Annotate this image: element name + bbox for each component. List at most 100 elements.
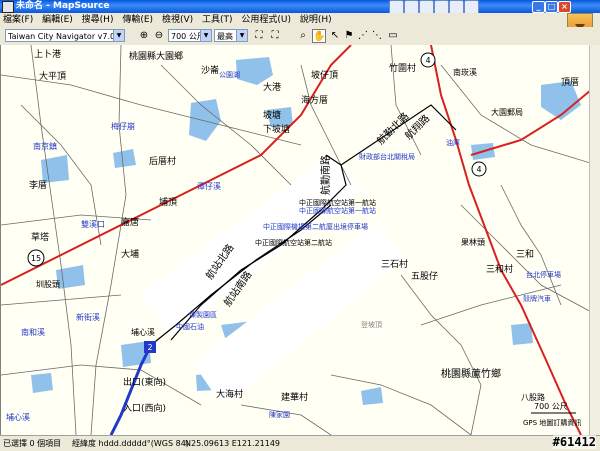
label-dahong: 大港 (263, 81, 281, 93)
menu-view[interactable]: 檢視(V) (159, 13, 196, 27)
label-caodi: 草塔 (31, 231, 49, 243)
svg-text:2: 2 (147, 343, 152, 352)
label-wugu: 五股仔 (411, 270, 438, 282)
zoom-out-icon[interactable]: ⊖ (152, 29, 166, 43)
status-format: 經緯度 hddd.ddddd°(WGS 84) (72, 439, 189, 448)
vertical-scrollbar[interactable] (589, 45, 600, 435)
label-pocun: 坡塘 (263, 109, 281, 121)
menu-bar: 檔案(F) 編輯(E) 搜尋(H) 傳輸(E) 檢視(V) 工具(T) 公用程式… (0, 13, 600, 28)
chevron-down-icon: ▼ (200, 30, 211, 41)
poi-gongyou: 公園湖 (219, 70, 240, 79)
route-tool-icon[interactable]: ⋰ (356, 29, 370, 43)
route-shield-4-south: 4 (471, 161, 487, 177)
zoom-scale-select[interactable]: 700 公尺 ▼ (168, 29, 212, 42)
poi-parking: 台北停車場 (526, 270, 561, 279)
label-nanhe: 南和溪 (21, 327, 45, 337)
menu-edit[interactable]: 編輯(E) (39, 13, 76, 27)
poi-refinery: 煉製園區 (189, 310, 217, 319)
label-dacun: 大埔 (121, 248, 139, 260)
label-sanshi: 三石村 (381, 258, 408, 270)
route-shield-15: 15 (27, 249, 45, 267)
label-dapingding: 大平頂 (39, 70, 66, 82)
poi-zhongli: 陳家園 (269, 410, 290, 419)
label-poqiao: 坡仔頂 (311, 69, 338, 81)
poi-industry: 中國石油 (176, 322, 204, 331)
label-liqi: 李厝 (29, 179, 47, 191)
select-arrow-icon[interactable]: ↖ (328, 29, 342, 43)
detail-level-select[interactable]: 最高 ▼ (214, 29, 248, 42)
menu-utilities[interactable]: 公用程式(U) (238, 13, 294, 27)
road-label-hangtian: 航勤南路 (319, 155, 332, 195)
label-shuangxi: 雙溪口 (81, 219, 105, 229)
map-canvas[interactable]: 4 4 15 2 桃園縣大園鄉 沙崙 上卜港 大平頂 大港 坡仔頂 海方厝 竹圍… (1, 45, 597, 435)
label-shangtou: 上卜港 (34, 48, 61, 60)
scale-label: 700 公尺 (534, 402, 568, 411)
status-selection: 已選擇 0 個項目 (3, 439, 62, 448)
label-puding: 埔頂 (159, 196, 177, 208)
poi-terminal-1: 中正國際航空站第一航站 (299, 198, 376, 207)
menu-tools[interactable]: 工具(T) (199, 13, 236, 27)
poi-terminal-2-parking: 中正國際機場第二航廈出境停車場 (263, 222, 368, 231)
label-bakuan: 八股路 (521, 392, 545, 402)
label-dahaicun: 大海村 (216, 388, 243, 400)
label-sanhe: 三和 (516, 249, 534, 260)
label-shagang: 沙崙 (201, 64, 219, 76)
maximize-button[interactable]: □ (545, 1, 558, 13)
label-pushin: 埔心溪 (131, 327, 155, 337)
map-tiles-select-icon[interactable]: ⛶ (268, 29, 282, 43)
label-chanzi: 埔心溪 (6, 412, 30, 422)
watermark-label: #61412 (552, 435, 596, 449)
map-view[interactable]: 4 4 15 2 桃園縣大園鄉 沙崙 上卜港 大平頂 大港 坡仔頂 海方厝 竹圍… (0, 45, 597, 435)
zoom-tool-icon[interactable]: ⌕ (296, 29, 310, 43)
label-sanhechun: 三和村 (486, 263, 513, 275)
label-dengkou: 登坡頂 (361, 320, 382, 329)
poi-terminal-1-alt: 中正國際航空站第一航站 (299, 206, 376, 215)
menu-help[interactable]: 說明(H) (297, 13, 335, 27)
label-jiachang: 嘉唐 (121, 216, 139, 228)
map-product-value: Taiwan City Navigator v7.01 (8, 32, 121, 41)
label-zhuwei: 竹圍村 (389, 62, 416, 74)
road-label-hangqin-north: 航勤北路 (374, 110, 411, 147)
map-tiles-icon[interactable]: ⛶ (252, 29, 266, 43)
label-haifang: 海方厝 (301, 94, 328, 106)
label-guoyuan: 果林頭 (461, 237, 485, 247)
label-exit-east: 出口(東向) (123, 376, 166, 388)
zoom-in-icon[interactable]: ⊕ (137, 29, 151, 43)
close-button[interactable]: × (558, 1, 571, 13)
toolbar: Taiwan City Navigator v7.01 ▼ ⊕ ⊖ 700 公尺 ▼… (0, 27, 600, 46)
label-nandao: 南京鎮 (33, 141, 57, 151)
menu-file[interactable]: 檔案(F) (0, 13, 36, 27)
hand-pan-icon[interactable]: ✋ (312, 29, 326, 43)
poi-terminal-2: 中正國際航空站第二航站 (255, 238, 332, 247)
poi-youkeng: 油庫 (446, 138, 460, 147)
route-shields: 4 4 15 2 (27, 52, 487, 353)
scale-bar: 700 公尺 GPS 地圖訂購資訊 (523, 402, 581, 427)
poi-shell: 殼牌汽車 (523, 294, 551, 303)
chevron-down-icon: ▼ (113, 30, 124, 41)
waypoint-flag-icon[interactable]: ⚑ (342, 29, 356, 43)
label-dayuanjie: 大園郵局 (491, 107, 523, 117)
label-qianhou: 潭仔溪 (197, 181, 221, 191)
title-bar: 未命名 - MapSource _ □ × (0, 0, 600, 15)
detail-level-value: 最高 (217, 32, 233, 41)
track-tool-icon[interactable]: ⋱ (370, 29, 384, 43)
label-jianhua: 建華村 (281, 391, 308, 403)
runways (141, 155, 406, 407)
map-product-select[interactable]: Taiwan City Navigator v7.01 ▼ (5, 29, 125, 42)
menu-search[interactable]: 搜尋(H) (79, 13, 117, 27)
label-jianshan: 圳股頭 (36, 279, 60, 289)
label-dingqian: 頂厝 (561, 77, 579, 88)
distance-ruler-icon[interactable]: ▭ (386, 29, 400, 43)
svg-text:4: 4 (425, 56, 430, 65)
minimize-button[interactable]: _ (532, 1, 545, 13)
status-bar: 已選擇 0 個項目 經緯度 hddd.ddddd°(WGS 84) N25.09… (0, 435, 600, 451)
label-dayuan: 桃園縣大園鄉 (129, 50, 183, 62)
menu-transfer[interactable]: 傳輸(E) (119, 13, 156, 27)
svg-text:4: 4 (476, 165, 481, 174)
label-entry-west: 入口(西向) (123, 402, 166, 414)
app-icon (2, 1, 14, 13)
label-taoyuan: 桃園縣蘆竹鄉 (441, 367, 501, 380)
route-shield-2: 2 (144, 341, 156, 353)
label-xiapo: 下坡塘 (263, 123, 290, 135)
window-title: 未命名 - MapSource (16, 1, 110, 11)
